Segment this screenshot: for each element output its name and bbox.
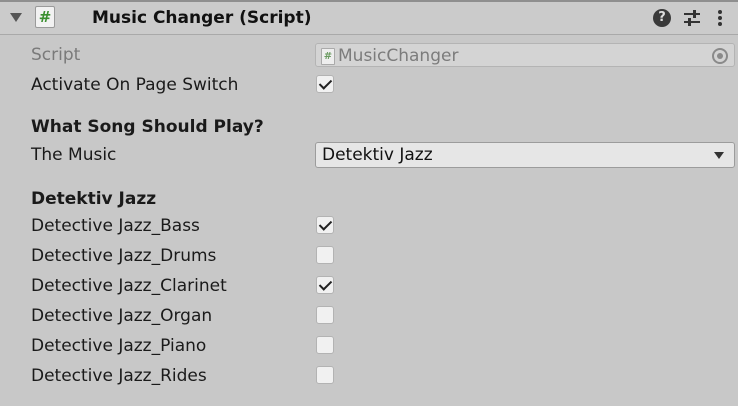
music-row: The Music Detektiv Jazz (0, 141, 738, 169)
track-checkbox[interactable] (316, 216, 334, 234)
script-object-value: MusicChanger (338, 46, 459, 66)
foldout-arrow-icon[interactable] (10, 13, 22, 22)
presets-icon[interactable] (683, 9, 701, 27)
activate-row: Activate On Page Switch (0, 71, 738, 99)
object-picker-icon (712, 48, 728, 64)
track-label: Detective Jazz_Bass (31, 216, 200, 236)
track-row: Detective Jazz_Bass (0, 212, 738, 240)
script-row: Script # MusicChanger (0, 41, 738, 69)
track-label: Detective Jazz_Piano (31, 336, 207, 356)
script-label: Script (31, 45, 81, 65)
track-checkbox[interactable] (316, 276, 334, 294)
track-row: Detective Jazz_Organ (0, 302, 738, 330)
track-checkbox[interactable] (316, 246, 334, 264)
activate-checkbox[interactable] (316, 75, 334, 93)
help-icon[interactable]: ? (653, 9, 671, 27)
track-checkbox[interactable] (316, 306, 334, 324)
track-row: Detective Jazz_Drums (0, 242, 738, 270)
component-title: Music Changer (Script) (92, 8, 312, 28)
song-section-row: What Song Should Play? (0, 113, 738, 141)
script-icon: # (35, 6, 55, 28)
track-label: Detective Jazz_Drums (31, 246, 217, 266)
component-header[interactable]: # Music Changer (Script) ? (0, 2, 738, 35)
section-header-song: What Song Should Play? (31, 117, 264, 137)
activate-label: Activate On Page Switch (31, 75, 239, 95)
dropdown-arrow-icon (714, 152, 724, 159)
track-label: Detective Jazz_Clarinet (31, 276, 227, 296)
script-file-icon: # (321, 48, 335, 65)
section-header-tracks: Detektiv Jazz (31, 189, 157, 209)
track-label: Detective Jazz_Organ (31, 306, 213, 326)
track-row: Detective Jazz_Clarinet (0, 272, 738, 300)
tracks-section-row: Detektiv Jazz (0, 185, 738, 213)
music-label: The Music (31, 145, 117, 165)
track-checkbox[interactable] (316, 366, 334, 384)
inspector-panel: # Music Changer (Script) ? Script # Musi… (0, 0, 738, 406)
music-dropdown-value: Detektiv Jazz (322, 145, 433, 165)
kebab-menu-icon[interactable] (713, 9, 727, 27)
script-object-field: # MusicChanger (315, 43, 735, 67)
track-row: Detective Jazz_Rides (0, 362, 738, 390)
track-label: Detective Jazz_Rides (31, 366, 207, 386)
track-row: Detective Jazz_Piano (0, 332, 738, 360)
music-dropdown[interactable]: Detektiv Jazz (315, 142, 735, 168)
track-checkbox[interactable] (316, 336, 334, 354)
